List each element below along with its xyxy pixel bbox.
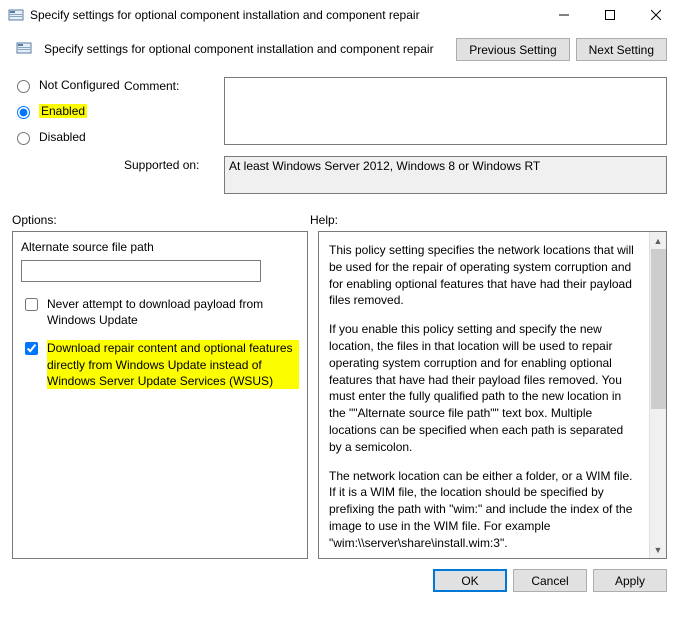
policy-title-icon <box>8 7 24 23</box>
help-text: This policy setting specifies the networ… <box>319 232 649 558</box>
never-download-checkbox[interactable] <box>25 298 38 311</box>
not-configured-label[interactable]: Not Configured <box>39 78 120 92</box>
next-setting-button[interactable]: Next Setting <box>576 38 667 61</box>
comment-textarea[interactable] <box>224 77 667 145</box>
previous-setting-button[interactable]: Previous Setting <box>456 38 569 61</box>
supported-on-label: Supported on: <box>12 156 224 172</box>
scroll-thumb[interactable] <box>651 249 666 409</box>
header-row: Specify settings for optional component … <box>0 30 679 77</box>
policy-icon <box>8 38 40 59</box>
disabled-radio[interactable] <box>17 132 30 145</box>
supported-row: Supported on: At least Windows Server 20… <box>0 156 679 205</box>
maximize-button[interactable] <box>587 0 633 30</box>
policy-title: Specify settings for optional component … <box>40 38 456 56</box>
help-paragraph: This policy setting specifies the networ… <box>329 242 639 309</box>
enabled-label[interactable]: Enabled <box>39 104 87 118</box>
supported-on-value: At least Windows Server 2012, Windows 8 … <box>224 156 667 194</box>
state-area: Not Configured Enabled Disabled Comment: <box>0 77 679 156</box>
wsus-checkbox[interactable] <box>25 342 38 355</box>
window-controls <box>541 0 679 30</box>
close-button[interactable] <box>633 0 679 30</box>
footer: OK Cancel Apply <box>0 559 679 602</box>
scroll-down-arrow-icon[interactable]: ▼ <box>650 541 666 558</box>
wsus-label[interactable]: Download repair content and optional fea… <box>47 340 299 389</box>
scroll-track[interactable] <box>650 409 666 541</box>
disabled-label[interactable]: Disabled <box>39 130 86 144</box>
help-section-label: Help: <box>310 213 338 227</box>
alternate-source-path-input[interactable] <box>21 260 261 282</box>
alternate-source-path-label: Alternate source file path <box>21 240 299 254</box>
window-title: Specify settings for optional component … <box>30 8 541 22</box>
options-pane: Alternate source file path Never attempt… <box>12 231 308 559</box>
apply-button[interactable]: Apply <box>593 569 667 592</box>
titlebar: Specify settings for optional component … <box>0 0 679 30</box>
help-paragraph: The network location can be either a fol… <box>329 468 639 552</box>
minimize-button[interactable] <box>541 0 587 30</box>
ok-button[interactable]: OK <box>433 569 507 592</box>
never-download-label[interactable]: Never attempt to download payload from W… <box>47 296 299 328</box>
help-paragraph: If you enable this policy setting and sp… <box>329 321 639 455</box>
help-pane: This policy setting specifies the networ… <box>318 231 667 559</box>
not-configured-radio[interactable] <box>17 80 30 93</box>
section-labels: Options: Help: <box>0 205 679 231</box>
options-section-label: Options: <box>12 213 310 227</box>
help-scrollbar[interactable]: ▲ ▼ <box>649 232 666 558</box>
cancel-button[interactable]: Cancel <box>513 569 587 592</box>
comment-label: Comment: <box>124 79 224 105</box>
enabled-radio[interactable] <box>17 106 30 119</box>
scroll-up-arrow-icon[interactable]: ▲ <box>650 232 666 249</box>
